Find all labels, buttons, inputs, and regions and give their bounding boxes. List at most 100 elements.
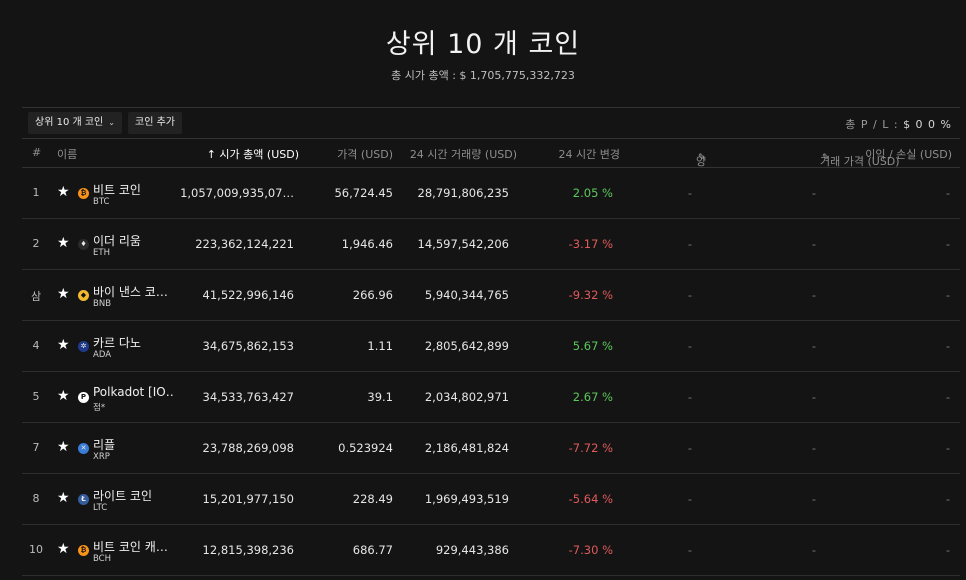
star-icon[interactable]: ★ [57, 541, 70, 557]
star-icon[interactable]: ★ [57, 388, 70, 404]
coin-name[interactable]: 비트 코인 캐… [93, 538, 168, 555]
add-coin-button[interactable]: 코인 추가 [128, 112, 182, 134]
holdings-value[interactable]: - [688, 339, 692, 353]
volume-24h: 2,186,481,824 [424, 441, 509, 455]
coin-name[interactable]: 이더 리움 [93, 232, 141, 249]
holdings-value[interactable]: - [688, 543, 692, 557]
col-rank[interactable]: # [32, 146, 41, 159]
pnl-value: - [945, 543, 950, 557]
table-row[interactable]: 7 ★ ✕ 리플 XRP 23,788,269,098 0.523924 2,186,481,… [22, 423, 960, 474]
star-icon[interactable]: ★ [57, 235, 70, 251]
volume-24h: 5,940,344,765 [424, 288, 509, 302]
holdings-value[interactable]: - [688, 288, 692, 302]
col-name[interactable]: 이름 [57, 146, 77, 162]
coin-name[interactable]: 라이트 코인 [93, 487, 152, 504]
cost-value[interactable]: - [812, 492, 816, 506]
cost-value[interactable]: - [812, 441, 816, 455]
market-cap: 223,362,124,221 [195, 237, 294, 251]
table-row[interactable]: 삼 ★ ◆ 바이 낸스 코… BNB 41,522,996,146 266.96 5,940,… [22, 270, 960, 321]
bitcoin-cash-icon: ₿ [78, 545, 89, 556]
coin-name[interactable]: 리플 [93, 436, 115, 453]
litecoin-icon: Ł [78, 494, 89, 505]
cardano-icon: ✲ [78, 341, 89, 352]
volume-24h: 2,805,642,899 [424, 339, 509, 353]
cost-value[interactable]: - [812, 186, 816, 200]
ripple-icon: ✕ [78, 443, 89, 454]
star-icon[interactable]: ★ [57, 490, 70, 506]
coin-symbol: ETH [93, 248, 110, 258]
cost-value[interactable]: - [812, 390, 816, 404]
col-price[interactable]: 가격 (USD) [337, 146, 393, 162]
binance-icon: ◆ [78, 290, 89, 301]
star-icon[interactable]: ★ [57, 184, 70, 200]
cost-value[interactable]: - [812, 288, 816, 302]
total-market-cap: 총 시가 총액 : $ 1,705,775,332,723 [391, 69, 575, 82]
volume-24h: 14,597,542,206 [417, 237, 509, 251]
market-cap: 34,533,763,427 [202, 390, 294, 404]
coin-name[interactable]: Polkadot [IO… [93, 385, 173, 399]
market-cap: 34,675,862,153 [202, 339, 294, 353]
row-rank: 8 [32, 492, 40, 505]
cost-value[interactable]: - [812, 237, 816, 251]
price: 1,946.46 [341, 237, 393, 251]
cost-value[interactable]: - [812, 543, 816, 557]
holdings-value[interactable]: - [688, 237, 692, 251]
pnl-value: - [945, 441, 950, 455]
pnl-value: - [945, 339, 950, 353]
holdings-value[interactable]: - [688, 492, 692, 506]
col-pnl[interactable]: 이익 / 손실 (USD) [865, 146, 952, 162]
bitcoin-icon: ₿ [78, 188, 89, 199]
chevron-down-icon: ⌄ [108, 118, 115, 127]
change-24h: 2.67 % [572, 390, 613, 404]
volume-24h: 28,791,806,235 [417, 186, 509, 200]
change-24h: -5.64 % [568, 492, 613, 506]
coin-symbol: XRP [93, 452, 110, 462]
coin-name[interactable]: 바이 낸스 코… [93, 283, 168, 300]
price: 686.77 [352, 543, 393, 557]
star-icon[interactable]: ★ [57, 286, 70, 302]
ethereum-icon: ♦ [78, 239, 89, 250]
coin-symbol: LTC [93, 503, 108, 513]
change-24h: -7.30 % [568, 543, 613, 557]
coin-name[interactable]: 카르 다노 [93, 334, 141, 351]
page: 상위 10 개 코인 총 시가 총액 : $ 1,705,775,332,723… [0, 0, 966, 580]
pnl-value: - [945, 492, 950, 506]
pnl-value: - [945, 390, 950, 404]
price: 0.523924 [338, 441, 393, 455]
page-title: 상위 10 개 코인 [385, 29, 581, 60]
market-cap: 15,201,977,150 [202, 492, 294, 506]
coin-symbol: BTC [93, 197, 110, 207]
polkadot-icon: P [78, 392, 89, 403]
holdings-value[interactable]: - [688, 441, 692, 455]
total-pl-label: 총 P / L : [845, 118, 899, 131]
row-rank: 2 [32, 237, 40, 250]
row-rank: 1 [32, 186, 40, 199]
holdings-value[interactable]: - [688, 390, 692, 404]
star-icon[interactable]: ★ [57, 439, 70, 455]
table-row[interactable]: 10 ★ ₿ 비트 코인 캐… BCH 12,815,398,236 686.77 929,4… [22, 525, 960, 576]
table-row[interactable]: 8 ★ Ł 라이트 코인 LTC 15,201,977,150 228.49 1,969,49… [22, 474, 960, 525]
row-rank: 5 [32, 390, 40, 403]
col-change[interactable]: 24 시간 변경 [559, 146, 620, 162]
table-row[interactable]: 1 ★ ₿ 비트 코인 BTC 1,057,009,935,07… 56,724.45 28,… [22, 168, 960, 219]
coin-symbol: BCH [93, 554, 112, 564]
coin-symbol: ADA [93, 350, 112, 360]
row-rank: 삼 [30, 290, 42, 303]
star-icon[interactable]: ★ [57, 337, 70, 353]
volume-24h: 2,034,802,971 [424, 390, 509, 404]
col-volume[interactable]: 24 시간 거래량 (USD) [410, 146, 517, 162]
volume-24h: 929,443,386 [435, 543, 509, 557]
holdings-value[interactable]: - [688, 186, 692, 200]
price: 266.96 [352, 288, 393, 302]
table-row[interactable]: 2 ★ ♦ 이더 리움 ETH 223,362,124,221 1,946.46 14,597… [22, 219, 960, 270]
table-row[interactable]: 4 ★ ✲ 카르 다노 ADA 34,675,862,153 1.11 2,805,642,8… [22, 321, 960, 372]
coin-list-select[interactable]: 상위 10 개 코인 ⌄ [28, 112, 122, 134]
coin-table-panel: 상위 10 개 코인 ⌄ 코인 추가 총 P / L : $ 0 0 % # 이름… [22, 107, 960, 580]
pnl-value: - [945, 186, 950, 200]
coin-list-select-label: 상위 10 개 코인 [35, 117, 104, 128]
coin-name[interactable]: 비트 코인 [93, 181, 141, 198]
cost-value[interactable]: - [812, 339, 816, 353]
row-rank: 10 [29, 543, 43, 556]
table-row[interactable]: 5 ★ P Polkadot [IO… 점* 34,533,763,427 39.1 2,03… [22, 372, 960, 423]
col-market-cap[interactable]: ↑ 시가 총액 (USD) [207, 146, 299, 162]
